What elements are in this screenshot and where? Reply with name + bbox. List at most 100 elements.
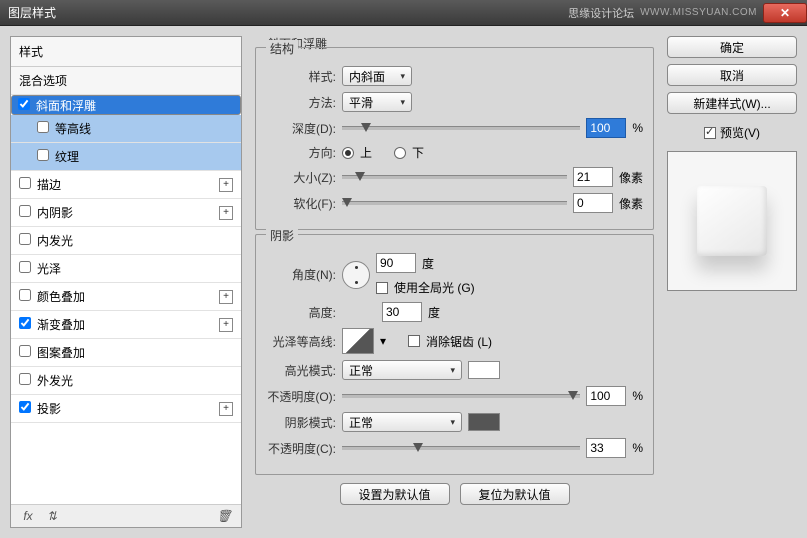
new-style-button[interactable]: 新建样式(W)... [667,92,797,114]
updown-icon[interactable]: ⇅ [43,509,61,523]
gradientoverlay-checkbox[interactable] [19,317,31,329]
highlight-opacity-slider[interactable] [342,388,580,404]
highlight-color-swatch[interactable] [468,361,500,379]
preview-swatch [697,186,767,256]
antialias-label: 消除锯齿 (L) [426,333,492,350]
gloss-contour-picker[interactable] [342,328,374,354]
shadow-opacity-input[interactable]: 33 [586,438,626,458]
settings-panel: 斜面和浮雕 结构 样式: 内斜面▾ 方法: 平滑▾ 深度(D): 100 % 方… [252,36,657,528]
style-row-coloroverlay[interactable]: 颜色叠加 + [11,283,241,311]
cancel-button[interactable]: 取消 [667,64,797,86]
soften-slider[interactable] [342,195,567,211]
make-default-button[interactable]: 设置为默认值 [340,483,450,505]
blend-options-row[interactable]: 混合选项 [11,67,241,95]
style-row-bevel[interactable]: 斜面和浮雕 [11,95,241,115]
soften-input[interactable]: 0 [573,193,613,213]
size-slider[interactable] [342,169,567,185]
reset-default-button[interactable]: 复位为默认值 [460,483,570,505]
satin-checkbox[interactable] [19,261,31,273]
highlight-mode-select[interactable]: 正常▾ [342,360,462,380]
brand-text: 思缘设计论坛 [568,5,634,21]
size-input[interactable]: 21 [573,167,613,187]
style-row-patternoverlay[interactable]: 图案叠加 [11,339,241,367]
style-row-texture[interactable]: 纹理 [11,143,241,171]
add-coloroverlay-icon[interactable]: + [219,290,233,304]
styles-header: 样式 [11,37,241,67]
style-row-gradientoverlay[interactable]: 渐变叠加 + [11,311,241,339]
trash-icon[interactable]: 🗑 [215,509,233,523]
ok-button[interactable]: 确定 [667,36,797,58]
preview-label: 预览(V) [720,124,760,141]
titlebar: 图层样式 思缘设计论坛 WWW.MISSYUAN.COM ✕ [0,0,807,26]
highlight-opacity-input[interactable]: 100 [586,386,626,406]
style-row-innerglow[interactable]: 内发光 [11,227,241,255]
shadow-opacity-slider[interactable] [342,440,580,456]
depth-slider[interactable] [342,120,580,136]
shadow-mode-label: 阴影模式: [266,414,336,431]
watermark-text: WWW.MISSYUAN.COM [640,7,757,18]
global-light-label: 使用全局光 (G) [394,279,475,296]
outerglow-checkbox[interactable] [19,373,31,385]
shading-legend: 阴影 [266,227,298,244]
dialog-body: 样式 混合选项 斜面和浮雕 等高线 纹理 描边 + 内阴影 + 内发光 光泽 颜… [0,26,807,538]
global-light-checkbox[interactable] [376,282,388,294]
fx-icon[interactable]: fx [19,509,37,523]
angle-dial[interactable] [342,261,370,289]
right-panel: 确定 取消 新建样式(W)... 预览(V) [667,36,797,528]
style-label: 样式: [266,68,336,85]
shadow-opacity-label: 不透明度(C): [266,440,336,457]
method-label: 方法: [266,94,336,111]
chevron-down-icon: ▾ [400,97,405,108]
method-select[interactable]: 平滑▾ [342,92,412,112]
direction-up-radio[interactable] [342,147,354,159]
styles-footer: fx ⇅ 🗑 [11,504,241,527]
contour-checkbox[interactable] [37,121,49,133]
direction-label: 方向: [266,144,336,161]
structure-group: 结构 样式: 内斜面▾ 方法: 平滑▾ 深度(D): 100 % 方向: 上 下… [255,47,654,230]
shading-group: 阴影 角度(N): 90 度 使用全局光 (G) 高度: 30 度 光泽等高线:… [255,234,654,475]
add-dropshadow-icon[interactable]: + [219,402,233,416]
size-label: 大小(Z): [266,169,336,186]
texture-checkbox[interactable] [37,149,49,161]
chevron-down-icon[interactable]: ▾ [380,334,386,348]
angle-label: 角度(N): [266,266,336,283]
angle-input[interactable]: 90 [376,253,416,273]
depth-unit: % [632,121,643,135]
style-row-satin[interactable]: 光泽 [11,255,241,283]
stroke-checkbox[interactable] [19,177,31,189]
altitude-label: 高度: [266,304,336,321]
patternoverlay-checkbox[interactable] [19,345,31,357]
size-unit: 像素 [619,169,643,186]
bevel-checkbox[interactable] [18,98,30,110]
blend-options-label: 混合选项 [19,72,67,89]
innerglow-checkbox[interactable] [19,233,31,245]
add-stroke-icon[interactable]: + [219,178,233,192]
style-row-dropshadow[interactable]: 投影 + [11,395,241,423]
antialias-checkbox[interactable] [408,335,420,347]
coloroverlay-checkbox[interactable] [19,289,31,301]
shadow-mode-select[interactable]: 正常▾ [342,412,462,432]
close-button[interactable]: ✕ [763,3,807,23]
chevron-down-icon: ▾ [450,365,455,376]
gloss-contour-label: 光泽等高线: [266,333,336,350]
add-gradientoverlay-icon[interactable]: + [219,318,233,332]
soften-unit: 像素 [619,195,643,212]
depth-input[interactable]: 100 [586,118,626,138]
style-row-contour[interactable]: 等高线 [11,115,241,143]
style-row-outerglow[interactable]: 外发光 [11,367,241,395]
altitude-input[interactable]: 30 [382,302,422,322]
dropshadow-checkbox[interactable] [19,401,31,413]
style-row-stroke[interactable]: 描边 + [11,171,241,199]
innershadow-checkbox[interactable] [19,205,31,217]
contour-label: 等高线 [55,122,91,136]
styles-list: 样式 混合选项 斜面和浮雕 等高线 纹理 描边 + 内阴影 + 内发光 光泽 颜… [10,36,242,528]
style-row-innershadow[interactable]: 内阴影 + [11,199,241,227]
shadow-color-swatch[interactable] [468,413,500,431]
chevron-down-icon: ▾ [400,71,405,82]
preview-checkbox[interactable] [704,127,716,139]
direction-down-radio[interactable] [394,147,406,159]
style-select[interactable]: 内斜面▾ [342,66,412,86]
chevron-down-icon: ▾ [450,417,455,428]
add-innershadow-icon[interactable]: + [219,206,233,220]
soften-label: 软化(F): [266,195,336,212]
